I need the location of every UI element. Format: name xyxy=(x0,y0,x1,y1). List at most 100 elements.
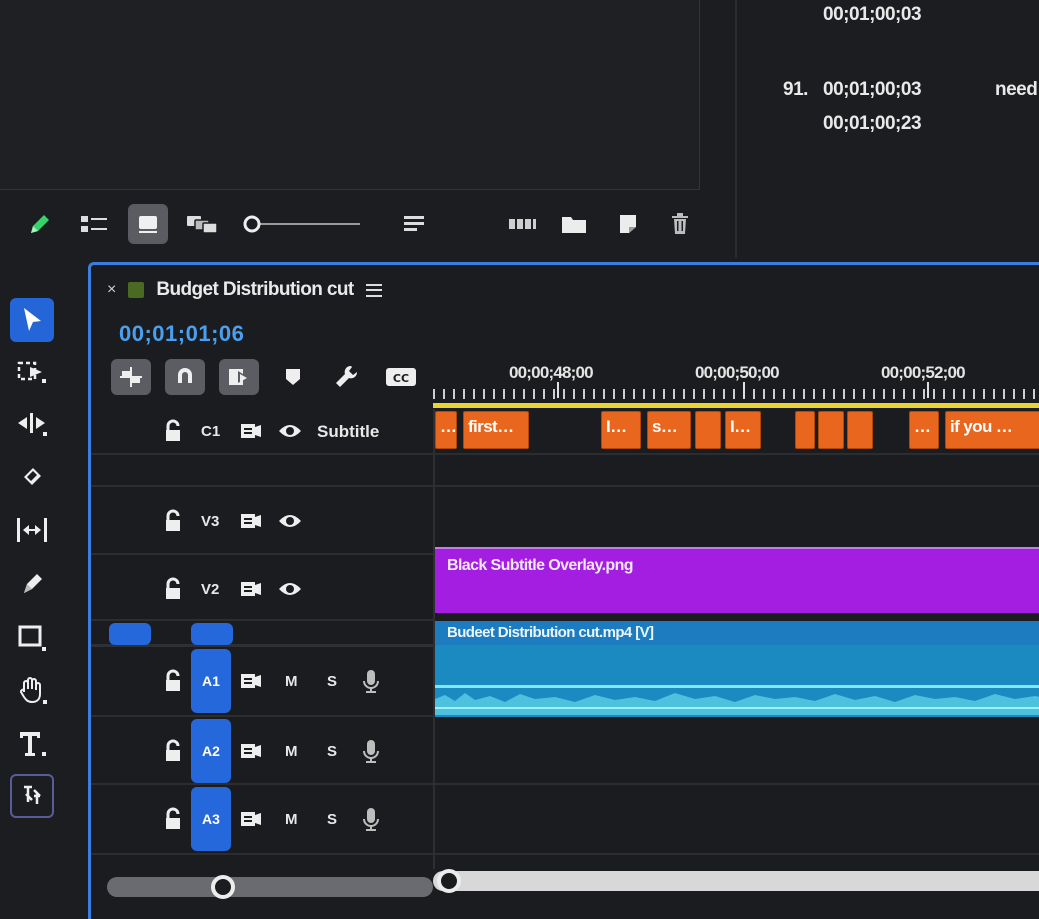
lock-icon[interactable] xyxy=(163,419,183,443)
ruler-label: 00;00;52;00 xyxy=(881,363,966,382)
caption-clip[interactable]: if you … xyxy=(945,411,1039,449)
trash-icon[interactable] xyxy=(662,204,698,244)
audio-clip[interactable] xyxy=(435,645,1039,717)
solo-button[interactable]: S xyxy=(327,743,337,760)
new-bin-icon[interactable] xyxy=(556,204,592,244)
captions-cc-icon[interactable]: CC xyxy=(381,359,421,395)
caption-clip[interactable]: … xyxy=(435,411,457,449)
target-a3-button[interactable]: A3 xyxy=(191,787,231,851)
mute-button[interactable]: M xyxy=(285,811,298,828)
lock-icon[interactable] xyxy=(163,577,183,601)
caption-clip[interactable] xyxy=(818,411,844,449)
header-scrollbar[interactable] xyxy=(107,875,433,899)
freeform-view-icon[interactable] xyxy=(182,204,222,244)
track-select-tool-icon[interactable] xyxy=(10,350,54,394)
caption-end-time[interactable]: 00;01;00;23 xyxy=(823,113,922,135)
sort-icon[interactable] xyxy=(396,204,432,244)
pen-tool-icon[interactable] xyxy=(10,562,54,606)
caption-clip[interactable] xyxy=(695,411,721,449)
snap-magnet-icon[interactable] xyxy=(165,359,205,395)
eye-icon[interactable] xyxy=(277,579,303,599)
sync-lock-icon[interactable] xyxy=(239,511,263,531)
target-a2-button[interactable]: A2 xyxy=(191,719,231,783)
microphone-icon[interactable] xyxy=(361,737,381,765)
subtitle-lane[interactable]: … first… I… s… I… … if you … xyxy=(435,409,1039,455)
a2-lane[interactable] xyxy=(435,717,1039,785)
caption-clip[interactable]: first… xyxy=(463,411,529,449)
caption-tool-icon[interactable] xyxy=(10,774,54,818)
sync-lock-icon[interactable] xyxy=(239,671,263,691)
ripple-edit-tool-icon[interactable] xyxy=(10,402,54,446)
microphone-icon[interactable] xyxy=(361,667,381,695)
caption-clip[interactable]: I… xyxy=(601,411,641,449)
lock-icon[interactable] xyxy=(163,739,183,763)
caption-clip[interactable] xyxy=(795,411,815,449)
track-headers: C1 Subtitle V3 V2 A1 M S A2 M S A3 M S xyxy=(91,409,433,869)
track-header-a1[interactable]: A1 M S xyxy=(91,647,433,717)
panel-menu-icon[interactable] xyxy=(365,283,382,297)
caption-text[interactable]: need xyxy=(995,79,1038,101)
automate-to-sequence-icon[interactable] xyxy=(502,204,542,244)
rectangle-tool-icon[interactable] xyxy=(10,616,54,660)
caption-time: 00;01;00;03 xyxy=(823,4,922,25)
nest-sequence-icon[interactable] xyxy=(111,359,151,395)
hand-tool-icon[interactable] xyxy=(10,668,54,712)
add-marker-icon[interactable] xyxy=(273,359,313,395)
zoom-slider[interactable] xyxy=(240,204,364,244)
type-tool-icon[interactable] xyxy=(10,722,54,766)
caption-start-time[interactable]: 00;01;00;03 xyxy=(823,79,922,101)
track-content-area[interactable]: … first… I… s… I… … if you … Black Subti… xyxy=(433,409,1039,869)
mute-button[interactable]: M xyxy=(285,743,298,760)
sync-lock-icon[interactable] xyxy=(239,421,263,441)
caption-clip[interactable]: s… xyxy=(647,411,691,449)
playhead-timecode[interactable]: 00;01;01;06 xyxy=(119,321,244,347)
eye-icon[interactable] xyxy=(277,511,303,531)
ruler-label: 00;00;48;00 xyxy=(509,363,594,382)
caption-clip[interactable]: … xyxy=(909,411,939,449)
razor-tool-icon[interactable] xyxy=(10,454,54,498)
track-header-subtitle[interactable]: C1 Subtitle xyxy=(91,409,433,455)
track-header-v3[interactable]: V3 xyxy=(91,487,433,555)
caption-clip[interactable]: I… xyxy=(725,411,761,449)
timeline-tab[interactable]: × Budget Distribution cut xyxy=(107,279,382,301)
linked-selection-icon[interactable] xyxy=(219,359,259,395)
mute-button[interactable]: M xyxy=(285,673,298,690)
time-ruler[interactable]: 00;00;48;00 00;00;50;00 00;00;52;00 xyxy=(433,357,1039,409)
track-header-v2[interactable]: V2 xyxy=(91,555,433,621)
new-item-icon[interactable] xyxy=(610,204,646,244)
graphic-clip[interactable]: Black Subtitle Overlay.png xyxy=(435,547,1039,613)
pencil-icon[interactable] xyxy=(22,204,58,244)
slip-tool-icon[interactable] xyxy=(10,508,54,552)
work-area-bar[interactable] xyxy=(433,403,1039,408)
video-clip[interactable]: Budeet Distribution cut.mp4 [V] xyxy=(435,621,1039,645)
track-header-a3[interactable]: A3 M S xyxy=(91,785,433,855)
sync-lock-icon[interactable] xyxy=(239,809,263,829)
scrollbar-handle[interactable] xyxy=(211,875,235,899)
list-view-icon[interactable] xyxy=(74,204,114,244)
source-patch-v1-button[interactable] xyxy=(109,623,151,645)
timeline-settings-wrench-icon[interactable] xyxy=(327,359,367,395)
close-icon[interactable]: × xyxy=(107,281,116,299)
icon-view-icon[interactable] xyxy=(128,204,168,244)
solo-button[interactable]: S xyxy=(327,811,337,828)
sync-lock-icon[interactable] xyxy=(239,741,263,761)
target-a1-button[interactable]: A1 xyxy=(191,649,231,713)
lock-icon[interactable] xyxy=(163,669,183,693)
a3-lane[interactable] xyxy=(435,785,1039,855)
eye-icon[interactable] xyxy=(277,421,303,441)
lock-icon[interactable] xyxy=(163,509,183,533)
microphone-icon[interactable] xyxy=(361,805,381,833)
scrollbar-handle[interactable] xyxy=(437,869,461,893)
track-header-a2[interactable]: A2 M S xyxy=(91,717,433,785)
track-header-v1[interactable] xyxy=(91,621,433,647)
selection-tool-icon[interactable] xyxy=(10,298,54,342)
v3-lane[interactable] xyxy=(435,487,1039,555)
caption-clip[interactable] xyxy=(847,411,873,449)
sync-lock-icon[interactable] xyxy=(239,579,263,599)
solo-button[interactable]: S xyxy=(327,673,337,690)
ruler-major-tick xyxy=(927,382,929,398)
target-v1-button[interactable] xyxy=(191,623,233,645)
timeline-zoom-scrollbar[interactable] xyxy=(433,869,1039,893)
lock-icon[interactable] xyxy=(163,807,183,831)
audio-waveform xyxy=(435,685,1039,715)
